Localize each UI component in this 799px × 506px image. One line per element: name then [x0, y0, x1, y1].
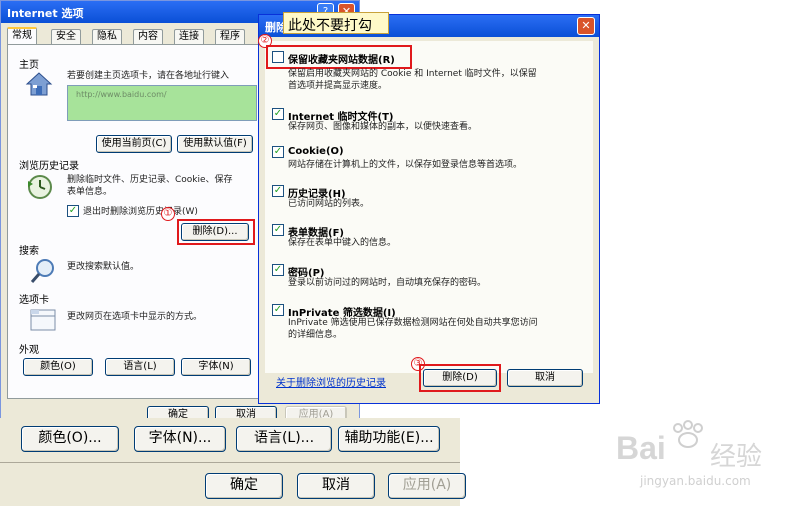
- keep-favorites-checkbox[interactable]: [272, 51, 284, 63]
- highlight-delete-history: [177, 219, 255, 245]
- history-desc: 已访问网站的列表。: [288, 199, 370, 209]
- watermark-url: jingyan.baidu.com: [640, 474, 751, 488]
- keep-favorites-label: 保留收藏夹网站数据(R): [288, 55, 395, 66]
- delete-on-exit-label: 退出时删除浏览历史记录(W): [83, 207, 198, 217]
- delete-dialog-close-button[interactable]: ✕: [577, 17, 595, 35]
- tab-security[interactable]: 安全: [51, 29, 81, 45]
- cookies-label: Cookie(O): [288, 146, 344, 157]
- outer-languages-button[interactable]: 语言(L)...: [236, 426, 332, 452]
- keep-favorites-desc-line2: 首选项并提高显示速度。: [288, 81, 388, 91]
- home-icon: [25, 71, 53, 97]
- tab-privacy[interactable]: 隐私: [92, 29, 122, 45]
- cookies-checkbox[interactable]: ✓: [272, 146, 284, 158]
- inprivate-desc-line2: 的详细信息。: [288, 330, 343, 340]
- passwords-checkbox[interactable]: ✓: [272, 264, 284, 276]
- keep-favorites-desc-line1: 保留启用收藏夹网站的 Cookie 和 Internet 临时文件，以保留: [288, 69, 537, 79]
- colors-button[interactable]: 颜色(O): [23, 358, 93, 376]
- outer-fonts-button[interactable]: 字体(N)...: [134, 426, 226, 452]
- tabs-window-icon: [29, 307, 57, 333]
- outer-separator: [0, 462, 460, 463]
- passwords-desc: 登录以前访问过的网站时，自动填充保存的密码。: [288, 278, 487, 288]
- tab-content[interactable]: 内容: [133, 29, 163, 45]
- outer-colors-button[interactable]: 颜色(O)...: [21, 426, 119, 452]
- use-default-button[interactable]: 使用默认值(F): [177, 135, 253, 153]
- form-data-checkbox[interactable]: ✓: [272, 224, 284, 236]
- cookies-desc: 网站存储在计算机上的文件，以保存如登录信息等首选项。: [288, 160, 523, 170]
- confirm-delete-button[interactable]: 删除(D): [423, 369, 497, 387]
- search-section-title: 搜索: [19, 246, 39, 257]
- history-section-title: 浏览历史记录: [19, 161, 79, 172]
- outer-accessibility-button[interactable]: 辅助功能(E)...: [338, 426, 440, 452]
- inprivate-desc-line1: InPrivate 筛选使用已保存数据检测网站在何处自动共享您访问: [288, 318, 538, 328]
- form-data-desc: 保存在表单中键入的信息。: [288, 238, 397, 248]
- tabs-section-title: 选项卡: [19, 295, 49, 306]
- history-description-line2: 表单信息。: [67, 187, 113, 197]
- tab-general[interactable]: 常规: [7, 27, 37, 45]
- search-magnifier-icon: [29, 257, 57, 285]
- history-clock-icon: [25, 173, 55, 201]
- annotation-text: 此处不要打勾: [288, 18, 372, 34]
- marker-1: ①: [161, 207, 175, 221]
- baidu-watermark: Bai 经验 jingyan.baidu.com: [612, 420, 792, 500]
- search-description: 更改搜索默认值。: [67, 262, 140, 272]
- temp-files-checkbox[interactable]: ✓: [272, 108, 284, 120]
- tabs-description: 更改网页在选项卡中显示的方式。: [67, 312, 203, 322]
- baidu-paw-icon: [668, 420, 708, 450]
- use-current-button[interactable]: 使用当前页(C): [96, 135, 172, 153]
- outer-ok-button[interactable]: 确定: [205, 473, 283, 499]
- languages-button[interactable]: 语言(L): [105, 358, 175, 376]
- fonts-button[interactable]: 字体(N): [181, 358, 251, 376]
- outer-apply-button[interactable]: 应用(A): [388, 473, 466, 499]
- delete-on-exit-checkbox[interactable]: ✓: [67, 205, 79, 217]
- homepage-description: 若要创建主页选项卡，请在各地址行键入: [67, 71, 230, 81]
- history-description-line1: 删除临时文件、历史记录、Cookie、保存: [67, 175, 233, 185]
- tab-programs[interactable]: 程序: [215, 29, 245, 45]
- watermark-brand2: 经验: [710, 442, 763, 472]
- outer-cancel-button[interactable]: 取消: [297, 473, 375, 499]
- appearance-section-title: 外观: [19, 345, 39, 356]
- tab-connections[interactable]: 连接: [174, 29, 204, 45]
- about-delete-history-link[interactable]: 关于删除浏览的历史记录: [276, 374, 386, 389]
- history-checkbox[interactable]: ✓: [272, 185, 284, 197]
- temp-files-desc: 保存网页、图像和媒体的副本，以便快速查看。: [288, 122, 478, 132]
- dialog-cancel-button[interactable]: 取消: [507, 369, 583, 387]
- annotation-callout: 此处不要打勾: [283, 12, 389, 34]
- window-title: Internet 选项: [7, 7, 84, 20]
- inprivate-checkbox[interactable]: ✓: [272, 304, 284, 316]
- homepage-section-title: 主页: [19, 60, 39, 71]
- watermark-brand: Bai: [616, 430, 666, 466]
- homepage-url-input[interactable]: http://www.baidu.com/: [67, 85, 257, 121]
